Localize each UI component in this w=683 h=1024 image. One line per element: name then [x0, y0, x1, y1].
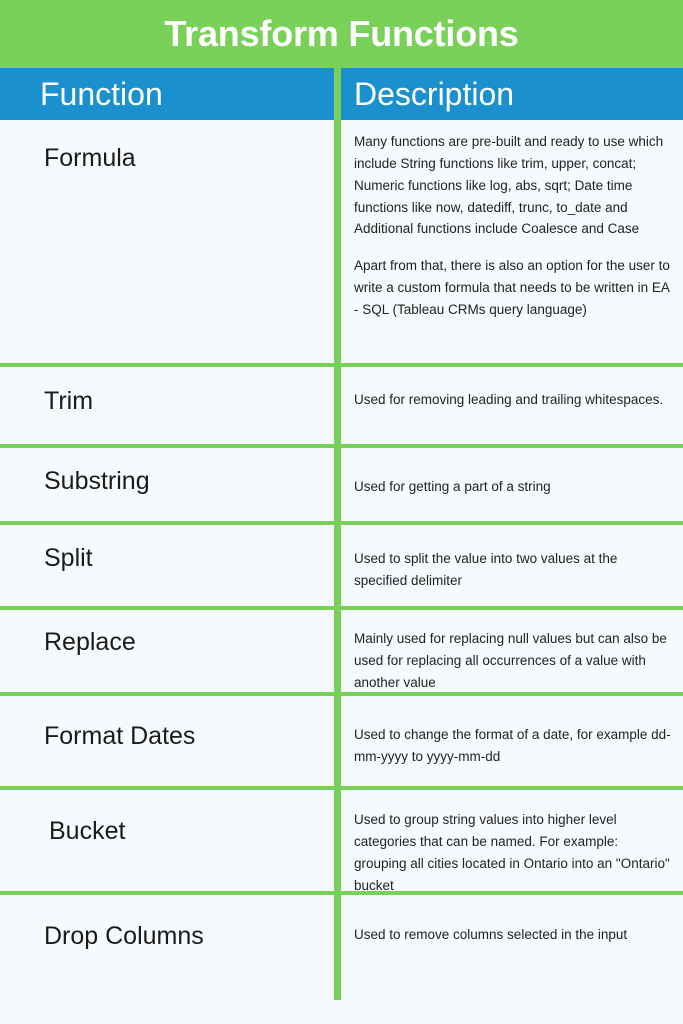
table-row: Drop Columns Used to remove columns sele… [0, 895, 683, 1000]
column-header-label-function: Function [40, 76, 163, 112]
description-paragraph: Used for getting a part of a string [354, 479, 551, 494]
page-title: Transform Functions [164, 13, 519, 54]
table-cell-function: Bucket [0, 790, 334, 891]
column-divider [334, 895, 341, 1000]
table-cell-description: Used to change the format of a date, for… [341, 696, 683, 786]
column-divider [334, 525, 341, 606]
description-paragraph: Used for removing leading and trailing w… [354, 392, 664, 407]
table-row: Bucket Used to group string values into … [0, 790, 683, 895]
column-divider [334, 790, 341, 891]
table-row: Split Used to split the value into two v… [0, 525, 683, 610]
function-name: Format Dates [44, 722, 196, 750]
column-header-label-description: Description [354, 76, 515, 112]
function-name: Bucket [49, 817, 126, 845]
table-row: Format Dates Used to change the format o… [0, 696, 683, 790]
table-cell-description: Mainly used for replacing null values bu… [341, 610, 683, 692]
table-cell-function: Trim [0, 367, 334, 444]
description-paragraph: Used to remove columns selected in the i… [354, 927, 628, 942]
description-paragraph: Used to group string values into higher … [354, 812, 670, 893]
column-divider [334, 68, 341, 120]
description-paragraph: Mainly used for replacing null values bu… [354, 631, 667, 690]
table-cell-function: Format Dates [0, 696, 334, 786]
table-cell-description: Used to split the value into two values … [341, 525, 683, 606]
table-row: Replace Mainly used for replacing null v… [0, 610, 683, 696]
function-name: Trim [44, 387, 94, 415]
description-paragraph: Used to split the value into two values … [354, 551, 618, 588]
function-name: Drop Columns [44, 922, 204, 950]
column-divider [334, 696, 341, 786]
column-divider [334, 448, 341, 521]
table-header-row: Function Description [0, 68, 683, 120]
function-name: Replace [44, 628, 136, 656]
table-cell-function: Substring [0, 448, 334, 521]
description-paragraph: Apart from that, there is also an option… [354, 258, 670, 318]
function-name: Formula [44, 144, 136, 172]
table-cell-function: Drop Columns [0, 895, 334, 1000]
column-divider [334, 367, 341, 444]
table-cell-description: Many functions are pre-built and ready t… [341, 120, 683, 363]
page-title-banner: Transform Functions [0, 0, 683, 68]
description-paragraph: Many functions are pre-built and ready t… [354, 134, 664, 237]
function-name: Substring [44, 467, 150, 495]
table-row: Substring Used for getting a part of a s… [0, 448, 683, 525]
column-divider [334, 120, 341, 363]
table-body: Formula Many functions are pre-built and… [0, 120, 683, 1000]
table-row: Formula Many functions are pre-built and… [0, 120, 683, 367]
table-cell-function: Replace [0, 610, 334, 692]
table-cell-function: Formula [0, 120, 334, 363]
table-cell-description: Used for getting a part of a string [341, 448, 683, 521]
table-cell-description: Used to remove columns selected in the i… [341, 895, 683, 1000]
table-cell-description: Used for removing leading and trailing w… [341, 367, 683, 444]
column-divider [334, 610, 341, 692]
table-cell-description: Used to group string values into higher … [341, 790, 683, 893]
table-header-cell-function: Function [0, 68, 334, 120]
description-paragraph: Used to change the format of a date, for… [354, 727, 671, 764]
transform-functions-table-page: Transform Functions Function Description… [0, 0, 683, 1024]
table-header-cell-description: Description [341, 68, 683, 120]
function-name: Split [44, 544, 93, 572]
table-row: Trim Used for removing leading and trail… [0, 367, 683, 448]
table-cell-function: Split [0, 525, 334, 606]
